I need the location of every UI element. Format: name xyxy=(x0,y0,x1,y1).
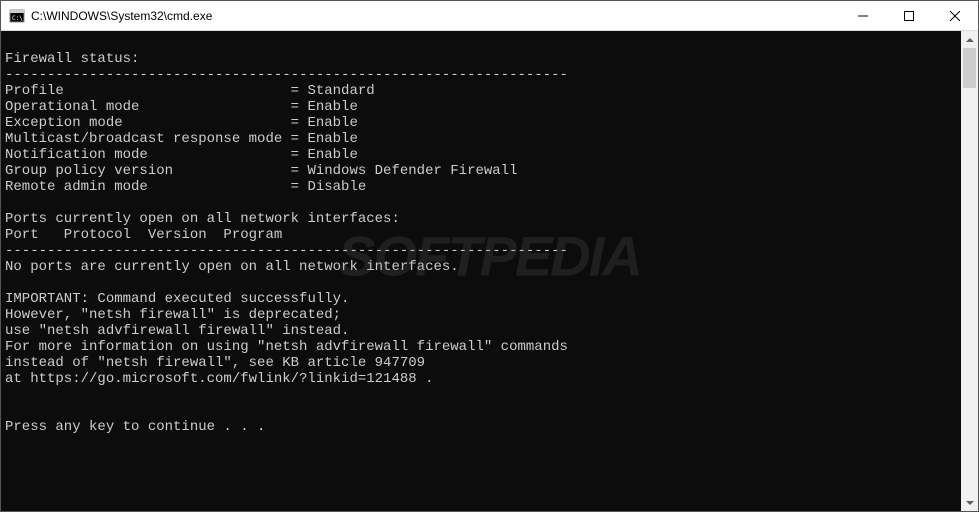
terminal-output[interactable]: Firewall status: -----------------------… xyxy=(1,31,961,511)
vertical-scrollbar[interactable] xyxy=(961,31,978,511)
maximize-button[interactable] xyxy=(886,1,932,30)
scroll-up-arrow[interactable] xyxy=(961,31,978,48)
minimize-button[interactable] xyxy=(840,1,886,30)
scroll-thumb[interactable] xyxy=(963,48,976,88)
window-title: C:\WINDOWS\System32\cmd.exe xyxy=(31,9,840,23)
scroll-down-arrow[interactable] xyxy=(961,494,978,511)
cmd-icon: C:\ xyxy=(9,8,25,24)
window-controls xyxy=(840,1,978,30)
window-frame: C:\ C:\WINDOWS\System32\cmd.exe Firewall… xyxy=(0,0,979,512)
title-bar[interactable]: C:\ C:\WINDOWS\System32\cmd.exe xyxy=(1,1,978,31)
svg-text:C:\: C:\ xyxy=(12,15,23,22)
close-button[interactable] xyxy=(932,1,978,30)
scroll-track[interactable] xyxy=(961,48,978,494)
content-area: Firewall status: -----------------------… xyxy=(1,31,978,511)
